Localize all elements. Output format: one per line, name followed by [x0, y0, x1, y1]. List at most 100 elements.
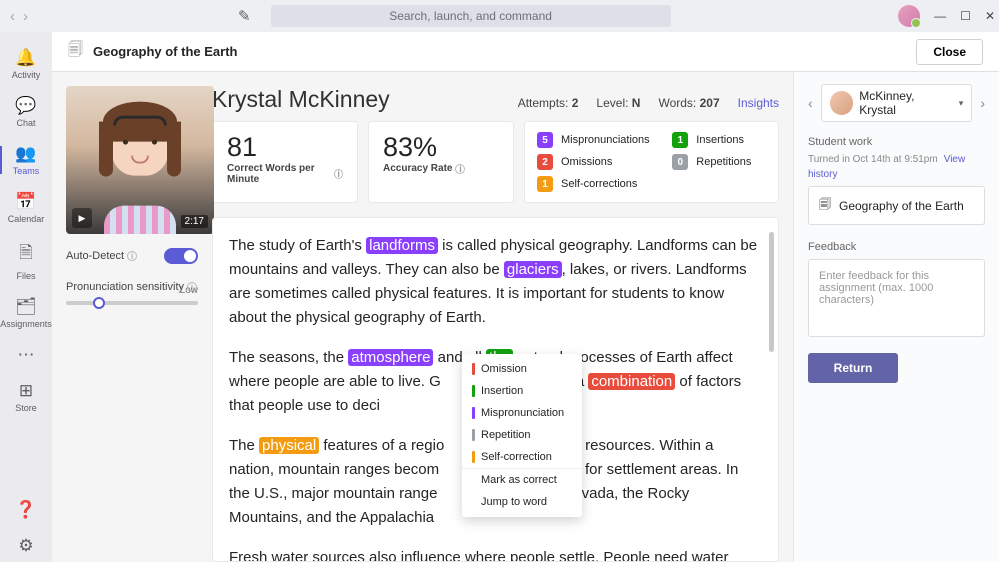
teams-icon: 👥	[15, 144, 36, 164]
chevron-down-icon: ▾	[959, 98, 964, 109]
word-landforms[interactable]: landforms	[366, 237, 438, 254]
accuracy-card: 83% Accuracy Ratei	[368, 121, 514, 203]
turned-in-timestamp: Turned in Oct 14th at 9:51pm	[808, 154, 938, 165]
accuracy-value: 83%	[383, 132, 499, 163]
omit-label: Omissions	[561, 156, 650, 168]
info-icon[interactable]: i	[127, 251, 137, 261]
user-avatar[interactable]	[898, 5, 920, 27]
rail-label: Activity	[12, 70, 41, 80]
back-icon[interactable]: ‹	[10, 8, 15, 25]
minimize-button[interactable]: —	[934, 9, 946, 23]
feedback-label: Feedback	[808, 241, 985, 253]
rail-chat[interactable]: 💬 Chat	[0, 90, 52, 134]
selfcorr-label: Self-corrections	[561, 178, 650, 190]
menu-jump[interactable]: Jump to word	[462, 491, 582, 513]
play-icon[interactable]: ▶	[72, 208, 92, 228]
app-rail: 🔔 Activity 💬 Chat 👥 Teams 📅 Calendar 🗎 F…	[0, 32, 52, 562]
wpm-card: 81 Correct Words per Minutei	[212, 121, 358, 203]
sensitivity-slider[interactable]: Low	[66, 301, 198, 305]
bell-icon: 🔔	[15, 48, 36, 68]
passage-paragraph: Fresh water sources also influence where…	[229, 546, 758, 562]
wpm-value: 81	[227, 132, 343, 163]
help-icon: ❓	[15, 500, 36, 520]
menu-mark-correct[interactable]: Mark as correct	[462, 469, 582, 491]
rail-label: Store	[15, 403, 37, 413]
left-column: ▶ 2:17 Auto-Detecti Pronunciation sensit…	[52, 72, 212, 562]
rail-store[interactable]: ⊞ Store	[0, 375, 52, 419]
mispron-count: 5	[537, 132, 553, 148]
rail-activity[interactable]: 🔔 Activity	[0, 42, 52, 86]
work-title: Geography of the Earth	[839, 199, 964, 213]
mispron-label: Mispronunciations	[561, 134, 650, 146]
level-label: Level:	[596, 96, 628, 110]
rail-assignments[interactable]: 🗂 Assignments	[0, 291, 52, 335]
rail-calendar[interactable]: 📅 Calendar	[0, 186, 52, 230]
rep-count: 0	[672, 154, 688, 170]
store-icon: ⊞	[19, 381, 33, 401]
error-summary-card: 5 Mispronunciations 1 Insertions 2 Omiss…	[524, 121, 779, 203]
omit-count: 2	[537, 154, 553, 170]
wpm-label: Correct Words per Minute	[227, 163, 331, 185]
menu-mispron[interactable]: Mispronunciation	[462, 402, 582, 424]
maximize-button[interactable]: ☐	[960, 9, 971, 23]
words-value: 207	[700, 96, 720, 110]
info-icon[interactable]: i	[455, 164, 465, 174]
word-context-menu: Omission Insertion Mispronunciation Repe…	[462, 354, 582, 517]
scrollbar[interactable]	[769, 232, 774, 352]
rail-help[interactable]: ❓	[0, 494, 52, 526]
student-name: Krystal McKinney	[212, 86, 390, 113]
rep-label: Repetitions	[696, 156, 751, 168]
close-button[interactable]: Close	[916, 39, 983, 65]
menu-selfcorr[interactable]: Self-correction	[462, 446, 582, 469]
menu-insertion[interactable]: Insertion	[462, 380, 582, 402]
rail-files[interactable]: 🗎 Files	[0, 234, 52, 287]
close-window-button[interactable]: ✕	[985, 9, 995, 23]
insights-link[interactable]: Insights	[738, 96, 779, 110]
document-icon: 🗐	[819, 195, 831, 216]
insert-label: Insertions	[696, 134, 751, 146]
slider-low-label: Low	[180, 285, 198, 296]
page-title: Geography of the Earth	[93, 44, 237, 59]
page-header: 🗐 Geography of the Earth Close	[52, 32, 999, 72]
rail-label: Files	[16, 271, 35, 281]
accuracy-label: Accuracy Rate	[383, 163, 452, 174]
info-icon[interactable]: i	[334, 169, 343, 179]
rail-label: Teams	[13, 166, 40, 176]
video-duration: 2:17	[181, 215, 208, 228]
words-label: Words:	[658, 96, 696, 110]
passage-paragraph: The study of Earth's landforms is called…	[229, 234, 758, 330]
work-attachment[interactable]: 🗐 Geography of the Earth	[808, 186, 985, 225]
rail-label: Chat	[16, 118, 35, 128]
next-student-button[interactable]: ›	[980, 95, 985, 111]
menu-repetition[interactable]: Repetition	[462, 424, 582, 446]
rail-settings[interactable]: ⚙	[0, 530, 52, 562]
chat-icon: 💬	[15, 96, 36, 116]
rail-more[interactable]: ⋯	[0, 339, 52, 371]
student-avatar	[830, 91, 854, 115]
search-input[interactable]: Search, launch, and command	[271, 5, 671, 27]
menu-omission[interactable]: Omission	[462, 358, 582, 380]
attempts-value: 2	[572, 96, 579, 110]
return-button[interactable]: Return	[808, 353, 898, 383]
word-physical[interactable]: physical	[259, 437, 319, 454]
rail-teams[interactable]: 👥 Teams	[0, 138, 52, 182]
word-glaciers[interactable]: glaciers	[504, 261, 562, 278]
forward-icon[interactable]: ›	[23, 8, 28, 25]
autodetect-toggle[interactable]	[164, 248, 198, 264]
more-icon: ⋯	[18, 345, 35, 365]
student-dropdown[interactable]: McKinney, Krystal ▾	[821, 84, 973, 122]
sensitivity-label: Pronunciation sensitivity	[66, 281, 184, 293]
rail-label: Calendar	[8, 214, 45, 224]
assignment-icon: 🗂	[15, 297, 37, 317]
compose-icon[interactable]: ✎	[238, 7, 251, 25]
prev-student-button[interactable]: ‹	[808, 95, 813, 111]
word-combination[interactable]: combination	[588, 373, 675, 390]
file-icon: 🗎	[19, 240, 33, 269]
word-atmosphere[interactable]: atmosphere	[348, 349, 433, 366]
autodetect-label: Auto-Detect	[66, 250, 124, 262]
feedback-textarea[interactable]: Enter feedback for this assignment (max.…	[808, 259, 985, 337]
video-thumbnail[interactable]: ▶ 2:17	[66, 86, 214, 234]
slider-thumb[interactable]	[93, 297, 105, 309]
student-dropdown-label: McKinney, Krystal	[859, 89, 953, 117]
right-panel: ‹ McKinney, Krystal ▾ › Student work Tur…	[793, 72, 999, 562]
